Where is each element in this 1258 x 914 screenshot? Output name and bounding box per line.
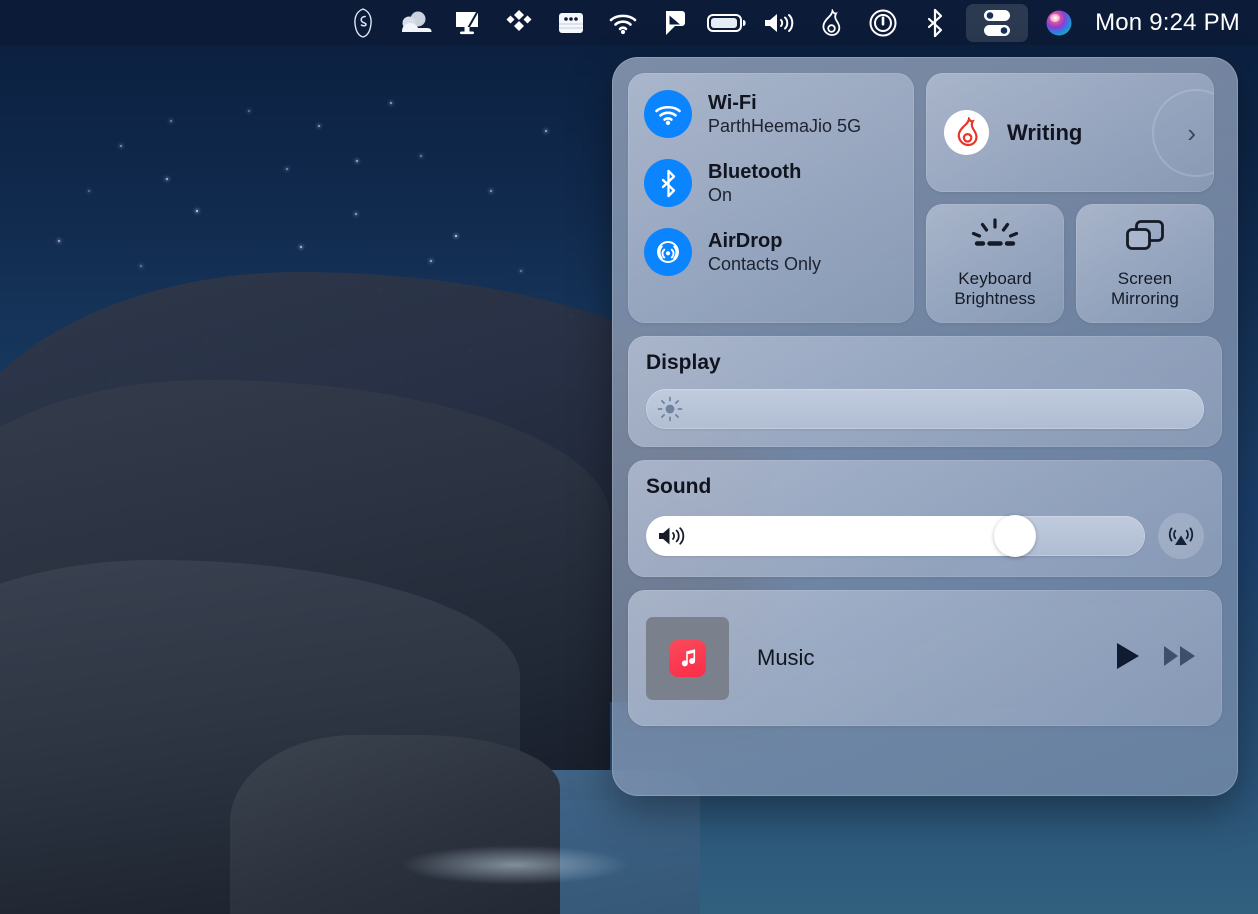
sound-slider-knob[interactable] <box>994 515 1036 557</box>
transport-controls <box>1114 641 1204 676</box>
wallpaper-star <box>490 190 492 192</box>
desktop: Mon 9:24 PM Wi-Fi ParthHeemaJio 5G <box>0 0 1258 914</box>
wallpaper-shore-rocks <box>230 735 560 914</box>
bluetooth-text: Bluetooth On <box>708 161 801 205</box>
display-module: Display <box>628 336 1222 447</box>
wallpaper-star <box>420 155 422 157</box>
top-right-column: Writing › <box>926 73 1214 323</box>
tiles-row: Keyboard Brightness Screen Mirroring <box>926 204 1214 323</box>
music-app-icon <box>669 640 706 677</box>
airdrop-control[interactable]: AirDrop Contacts Only <box>644 228 898 276</box>
fast-forward-icon[interactable] <box>1162 642 1198 675</box>
bluetooth-status: On <box>708 185 801 205</box>
airdrop-status: Contacts Only <box>708 254 821 274</box>
onepassword-icon[interactable] <box>862 4 904 42</box>
dropbox-icon[interactable] <box>498 4 540 42</box>
wifi-icon[interactable] <box>602 4 644 42</box>
wallpaper-star <box>455 235 457 237</box>
control-center-top-row: Wi-Fi ParthHeemaJio 5G Bluetooth On <box>628 73 1222 323</box>
sound-slider-wrap <box>646 516 1145 556</box>
wifi-network-name: ParthHeemaJio 5G <box>708 116 861 136</box>
writing-tile[interactable]: Writing › <box>926 73 1214 192</box>
grid-menu-icon[interactable] <box>550 4 592 42</box>
wallpaper-star <box>248 110 250 112</box>
flame-icon <box>944 110 989 155</box>
brightness-sun-icon <box>657 396 683 422</box>
wallpaper-star <box>88 190 90 192</box>
menu-bar-clock[interactable]: Mon 9:24 PM <box>1095 9 1240 37</box>
cloud-icon[interactable] <box>394 4 436 42</box>
airdrop-icon <box>644 228 692 276</box>
screen-mirroring-label-line1: Screen <box>1111 269 1179 289</box>
wallpaper-star <box>545 130 547 132</box>
speaker-waves-icon <box>657 525 687 547</box>
airdrop-title: AirDrop <box>708 230 821 252</box>
wallpaper-star <box>318 125 320 127</box>
wallpaper-star <box>120 145 122 147</box>
bluetooth-icon[interactable] <box>914 4 956 42</box>
now-playing-title: Music <box>757 645 1086 671</box>
bluetooth-icon <box>644 159 692 207</box>
flame-icon[interactable] <box>810 4 852 42</box>
sound-module: Sound <box>628 460 1222 577</box>
keyboard-brightness-tile[interactable]: Keyboard Brightness <box>926 204 1064 323</box>
bluetooth-control[interactable]: Bluetooth On <box>644 159 898 207</box>
play-icon[interactable] <box>1114 641 1142 676</box>
connectivity-module: Wi-Fi ParthHeemaJio 5G Bluetooth On <box>628 73 914 323</box>
battery-icon[interactable] <box>706 4 748 42</box>
display-icon[interactable] <box>446 4 488 42</box>
wallpaper-star <box>196 210 198 212</box>
wifi-title: Wi-Fi <box>708 92 861 114</box>
sound-slider-fill <box>646 516 1030 556</box>
wallpaper-star <box>355 213 357 215</box>
decorative-arc <box>1152 89 1214 177</box>
wallpaper-star <box>520 270 522 272</box>
keyboard-brightness-label-line2: Brightness <box>954 289 1035 309</box>
sound-title: Sound <box>646 475 1204 499</box>
airplay-audio-icon[interactable] <box>1158 513 1204 559</box>
screen-mirroring-label: Screen Mirroring <box>1111 269 1179 309</box>
wallpaper-star <box>140 265 142 267</box>
keyboard-brightness-label: Keyboard Brightness <box>954 269 1035 309</box>
surfshark-vpn-icon[interactable] <box>342 4 384 42</box>
shortcut-icon[interactable] <box>654 4 696 42</box>
wallpaper-star <box>286 168 288 170</box>
wallpaper-star <box>390 102 392 104</box>
siri-icon[interactable] <box>1038 4 1080 42</box>
wallpaper-star <box>58 240 60 242</box>
wallpaper-star <box>166 178 168 180</box>
bluetooth-title: Bluetooth <box>708 161 801 183</box>
wifi-text: Wi-Fi ParthHeemaJio 5G <box>708 92 861 136</box>
control-center-panel: Wi-Fi ParthHeemaJio 5G Bluetooth On <box>612 57 1238 796</box>
wallpaper-foam <box>400 845 630 885</box>
airdrop-text: AirDrop Contacts Only <box>708 230 821 274</box>
sound-slider-row <box>646 513 1204 559</box>
keyboard-brightness-icon <box>969 218 1021 259</box>
volume-icon[interactable] <box>758 4 800 42</box>
wallpaper-star <box>300 246 302 248</box>
sound-volume-slider[interactable] <box>646 516 1145 556</box>
writing-label: Writing <box>1007 120 1169 146</box>
wallpaper-star <box>430 260 432 262</box>
menu-bar: Mon 9:24 PM <box>0 0 1258 45</box>
keyboard-brightness-label-line1: Keyboard <box>954 269 1035 289</box>
display-brightness-slider[interactable] <box>646 389 1204 429</box>
wifi-control[interactable]: Wi-Fi ParthHeemaJio 5G <box>644 90 898 138</box>
now-playing-module: Music <box>628 590 1222 726</box>
control-center-icon[interactable] <box>966 4 1028 42</box>
wifi-icon <box>644 90 692 138</box>
album-artwork <box>646 617 729 700</box>
screen-mirroring-icon <box>1123 218 1167 259</box>
screen-mirroring-tile[interactable]: Screen Mirroring <box>1076 204 1214 323</box>
wallpaper-star <box>170 120 172 122</box>
display-title: Display <box>646 351 1204 375</box>
screen-mirroring-label-line2: Mirroring <box>1111 289 1179 309</box>
wallpaper-star <box>356 160 358 162</box>
